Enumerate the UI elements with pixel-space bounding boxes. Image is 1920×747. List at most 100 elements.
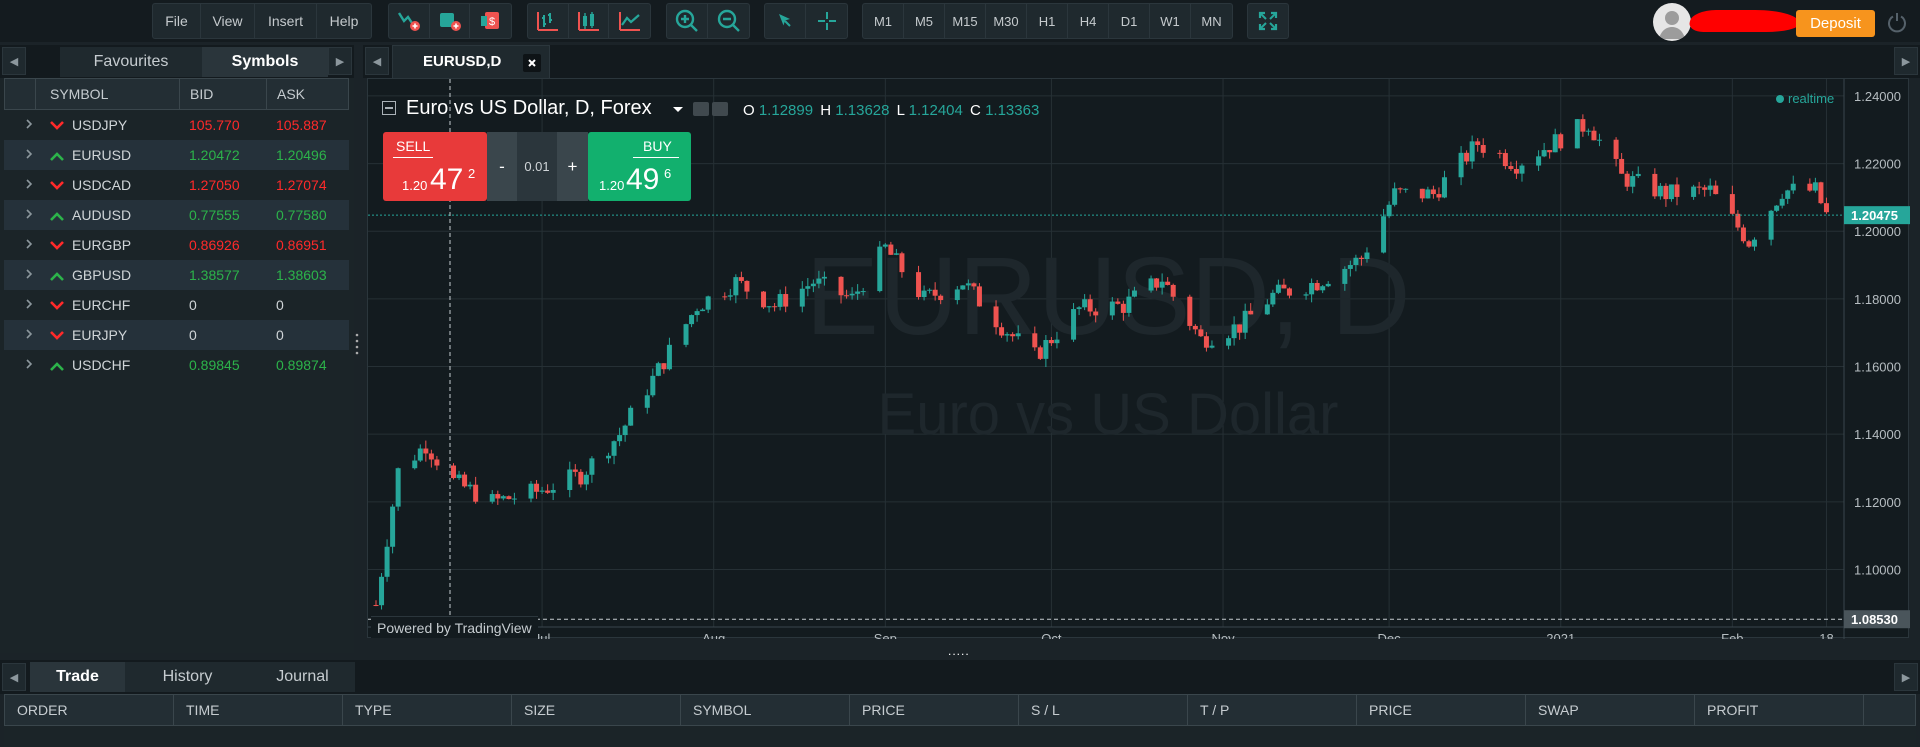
bullish-candle[interactable] [965,283,971,286]
bullish-candle[interactable] [1004,334,1010,336]
timeframe-h1[interactable]: H1 [1027,4,1068,38]
bullish-candle[interactable] [1364,252,1370,259]
bullish-candle[interactable] [1131,290,1137,297]
bullish-candle[interactable] [1054,339,1060,344]
bearish-candle[interactable] [971,283,977,287]
bullish-candle[interactable] [727,295,733,297]
bearish-candle[interactable] [1624,173,1630,187]
chart-title[interactable]: Euro vs US Dollar, D, Forex [406,97,652,120]
bearish-candle[interactable] [462,474,468,487]
bullish-candle[interactable] [528,483,534,499]
bullish-candle[interactable] [583,474,589,485]
bearish-candle[interactable] [1619,158,1625,174]
column-header-type[interactable]: TYPE [343,695,512,725]
bullish-candle[interactable] [1015,333,1021,337]
crosshair-icon[interactable] [806,4,847,38]
bullish-candle[interactable] [550,490,556,493]
panel-resize-handle[interactable] [355,332,359,358]
bullish-candle[interactable] [1159,281,1165,288]
bearish-candle[interactable] [772,306,778,308]
menu-view[interactable]: View [201,4,255,38]
bearish-candle[interactable] [1314,282,1320,291]
pointer-icon[interactable] [765,4,806,38]
symbol-row-eurjpy[interactable]: EURJPY 0 0 [4,320,349,350]
bearish-candle[interactable] [744,280,750,292]
tab-scroll-right-icon[interactable]: ▶ [328,47,352,75]
bullish-candle[interactable] [855,291,861,294]
bullish-candle[interactable] [1691,186,1697,197]
bearish-candle[interactable] [434,459,440,466]
bullish-candle[interactable] [617,435,623,442]
close-tab-icon[interactable] [523,54,541,72]
zoom-out-icon[interactable] [708,4,749,38]
bearish-candle[interactable] [1547,150,1553,153]
bearish-candle[interactable] [661,363,667,370]
bearish-candle[interactable] [1436,194,1442,198]
bullish-candle[interactable] [1082,299,1088,308]
column-header-s-l[interactable]: S / L [1019,695,1188,725]
bullish-candle[interactable] [689,315,695,325]
symbol-row-audusd[interactable]: AUDUSD 0.77555 0.77580 [4,200,349,230]
bearish-candle[interactable] [1591,130,1597,141]
bullish-candle[interactable] [1264,304,1270,315]
bullish-candle[interactable] [860,291,866,293]
bullish-candle[interactable] [1574,119,1580,149]
bearish-candle[interactable] [993,306,999,328]
bullish-candle[interactable] [567,469,573,491]
terminal-tab-left-icon[interactable]: ◀ [2,663,26,691]
user-avatar[interactable] [1653,3,1691,41]
bullish-candle[interactable] [1209,345,1215,348]
chart-tab-scroll-right-icon[interactable]: ▶ [1894,47,1918,75]
bearish-candle[interactable] [1037,347,1043,359]
bullish-candle[interactable] [1342,268,1348,284]
bullish-candle[interactable] [1043,339,1049,359]
menu-insert[interactable]: Insert [255,4,317,38]
bearish-candle[interactable] [1048,339,1054,344]
lot-decrease-button[interactable]: - [487,132,517,201]
bearish-candle[interactable] [1430,189,1436,195]
bearish-candle[interactable] [1823,203,1829,213]
bearish-candle[interactable] [545,490,551,493]
bullish-candle[interactable] [805,286,811,289]
menu-help[interactable]: Help [317,4,371,38]
bearish-candle[interactable] [932,289,938,296]
collapse-legend-icon[interactable] [382,101,396,115]
bearish-candle[interactable] [495,494,501,499]
bullish-candle[interactable] [1109,301,1115,316]
bullish-candle[interactable] [666,344,672,370]
screenshot-icon[interactable] [693,102,709,116]
bullish-candle[interactable] [1071,309,1077,340]
expand-row-icon[interactable] [22,327,36,341]
line-chart-icon[interactable] [609,4,650,38]
bullish-candle[interactable] [766,306,772,308]
timeframe-d1[interactable]: D1 [1109,4,1150,38]
bullish-candle[interactable] [456,474,462,479]
column-header-t-p[interactable]: T / P [1188,695,1357,725]
bearish-candle[interactable] [1613,139,1619,159]
bullish-candle[interactable] [777,294,783,307]
bullish-candle[interactable] [379,576,385,606]
bullish-candle[interactable] [1541,150,1547,157]
bullish-candle[interactable] [1785,190,1791,199]
column-header-size[interactable]: SIZE [512,695,681,725]
bullish-candle[interactable] [650,375,656,396]
column-header-symbol[interactable]: SYMBOL [36,79,180,109]
bearish-candle[interactable] [1170,284,1176,297]
bearish-candle[interactable] [1580,119,1586,132]
column-header-bid[interactable]: BID [180,79,267,109]
expand-row-icon[interactable] [22,177,36,191]
column-header-order[interactable]: ORDER [5,695,174,725]
expand-row-icon[interactable] [22,297,36,311]
bearish-candle[interactable] [1286,288,1292,296]
bullish-candle[interactable] [733,277,739,296]
bearish-candle[interactable] [1746,241,1752,247]
bearish-candle[interactable] [999,327,1005,336]
chart-tab-eurusd[interactable]: EURUSD,D [392,45,550,78]
bearish-candle[interactable] [1818,182,1824,204]
expand-row-icon[interactable] [22,207,36,221]
bearish-candle[interactable] [1397,188,1403,190]
bullish-candle[interactable] [1425,189,1431,199]
bullish-candle[interactable] [1751,239,1757,247]
bearish-candle[interactable] [738,277,744,281]
bullish-candle[interactable] [1812,182,1818,191]
